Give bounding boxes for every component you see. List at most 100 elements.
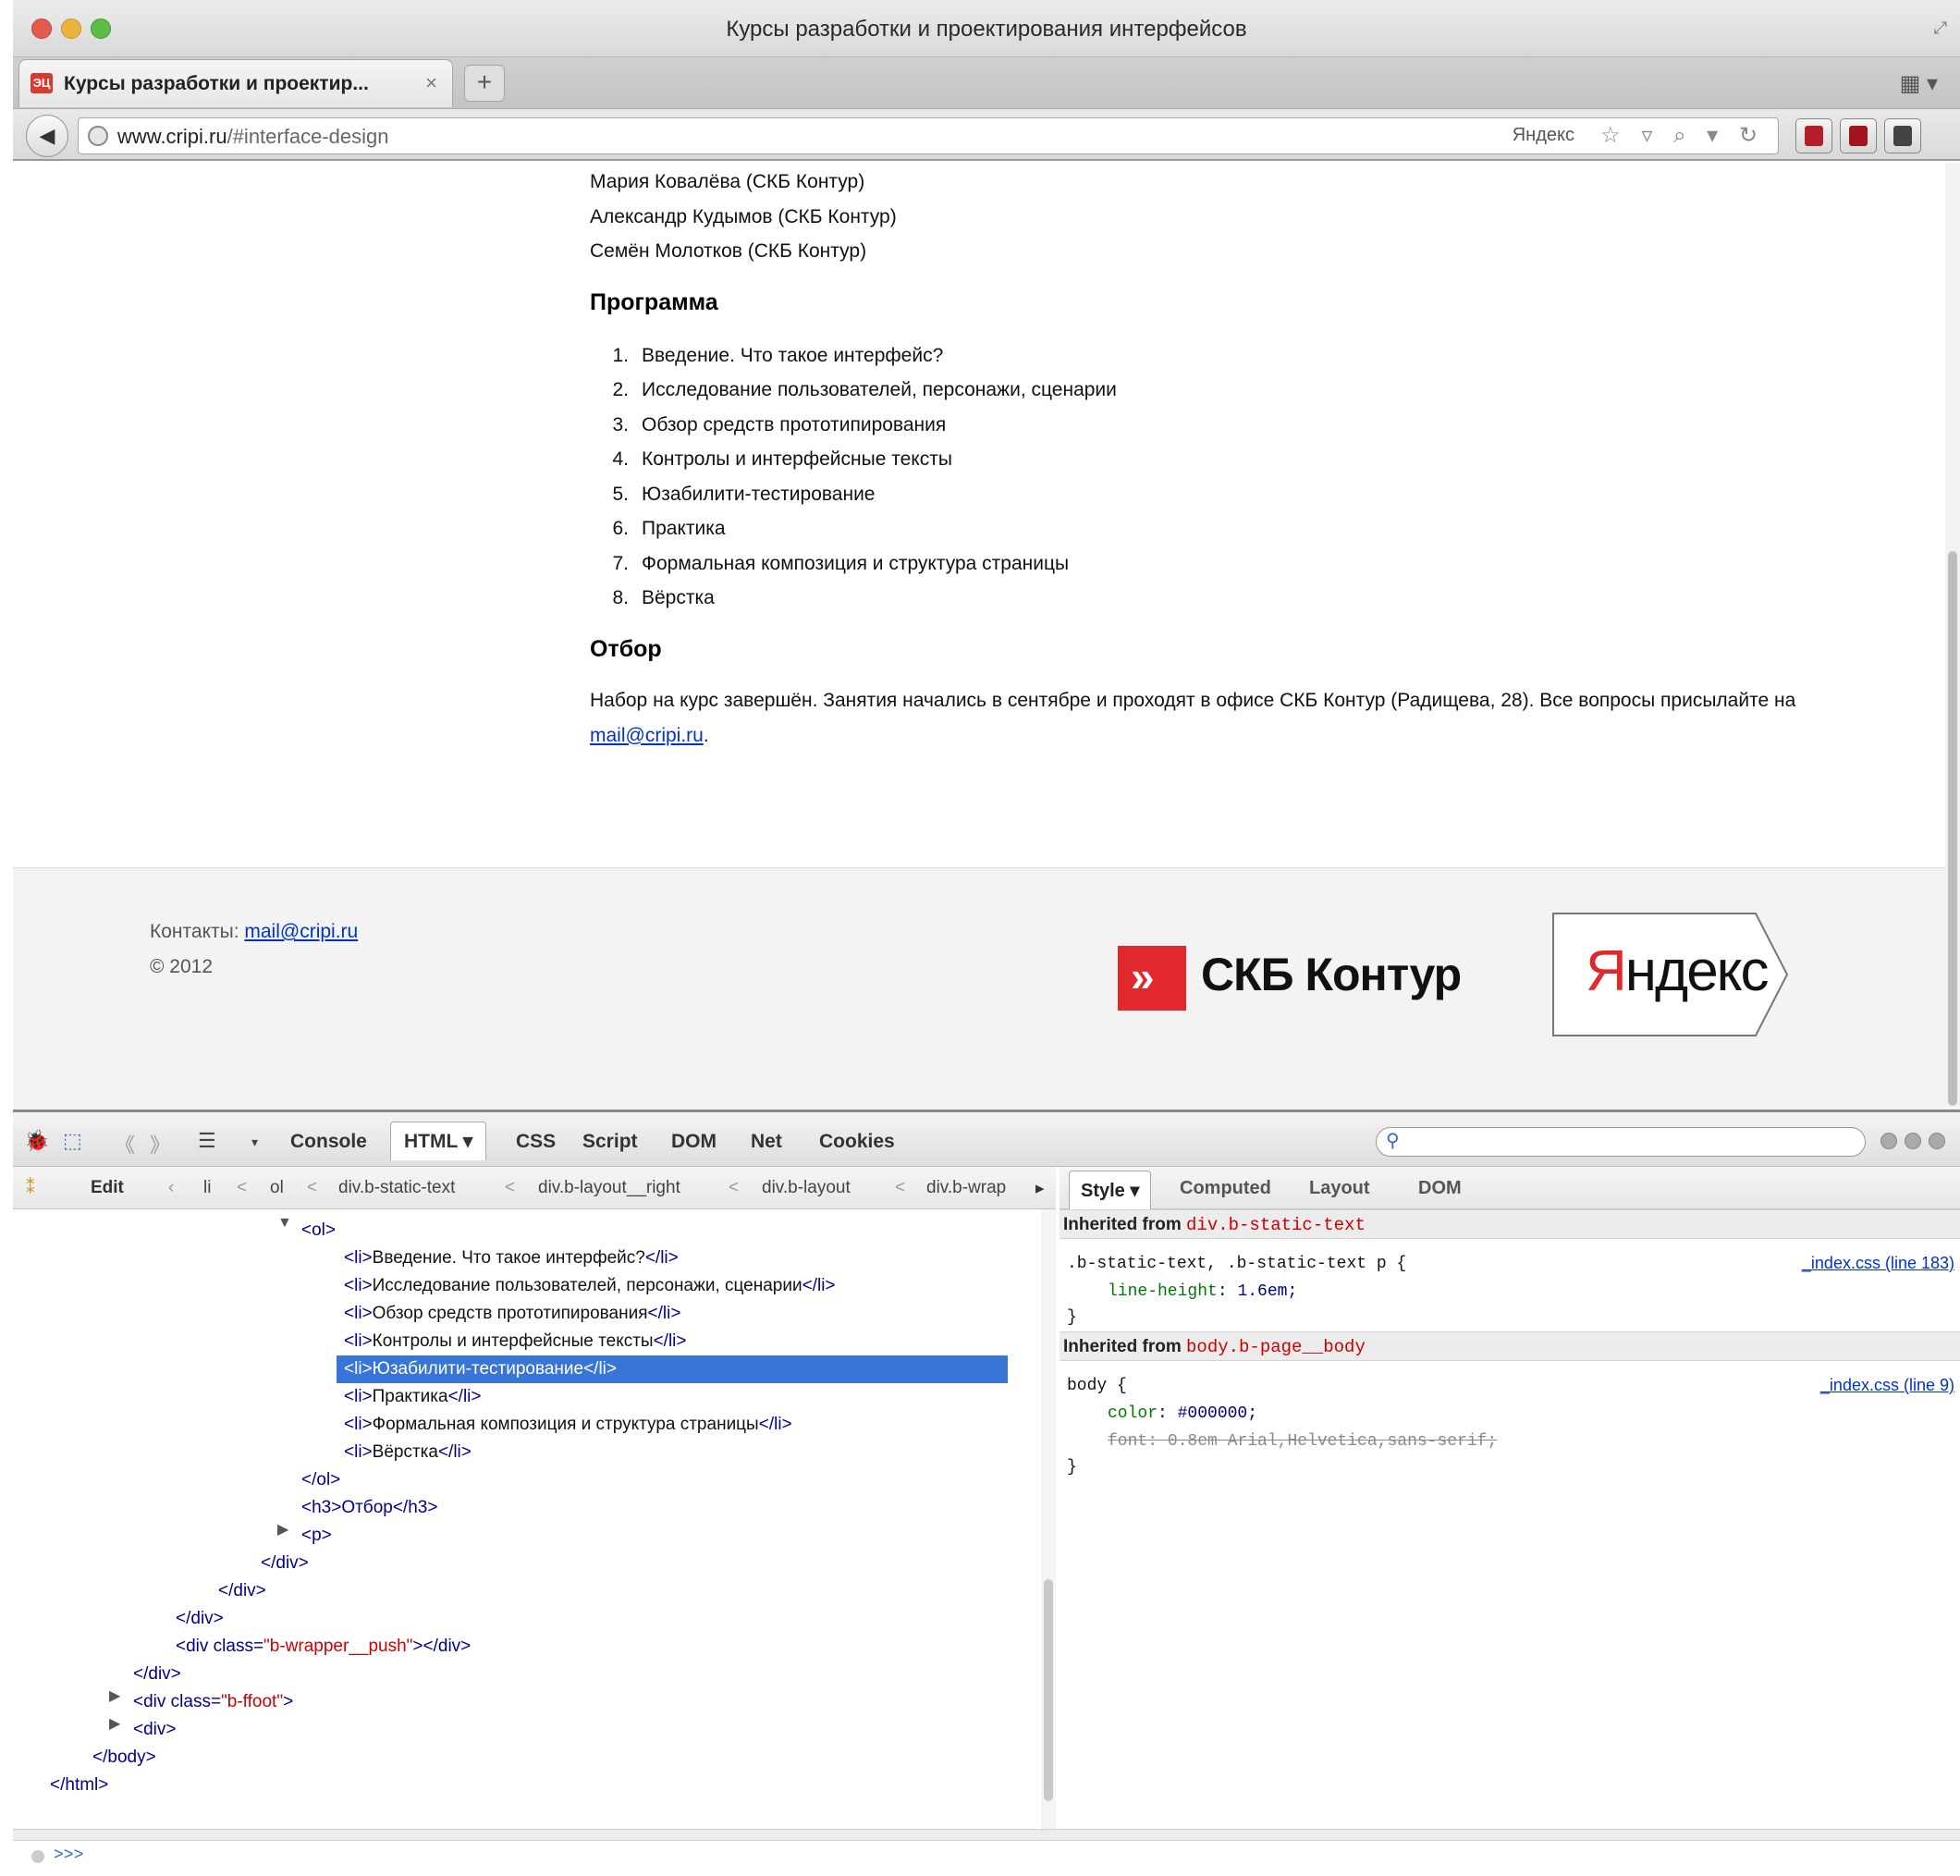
tree-node[interactable]: <div class="b-wrapper__push"></div> [176, 1633, 471, 1661]
command-status-icon [31, 1850, 44, 1863]
tree-node[interactable]: </div> [176, 1605, 224, 1633]
firebug-search-input[interactable]: ⚲ [1376, 1127, 1866, 1157]
breadcrumb-item[interactable]: div.b-wrap [926, 1178, 1006, 1198]
breadcrumb-item[interactable]: div.b-layout__right [538, 1178, 680, 1198]
extension-u-button[interactable] [1840, 118, 1877, 153]
tree-node[interactable]: <li>Контролы и интерфейсные тексты</li> [344, 1328, 687, 1355]
breadcrumb-item[interactable]: div.b-layout [762, 1178, 851, 1198]
breadcrumb-item[interactable]: ol [270, 1178, 284, 1198]
tree-node[interactable]: </div> [133, 1661, 181, 1688]
expand-twisty-icon[interactable]: ▶ [277, 1520, 288, 1539]
url-action-icons[interactable]: ☆ ▿ ⌕ ▾ ↻ [1600, 122, 1765, 149]
edit-button[interactable]: Edit [91, 1178, 124, 1198]
tab-computed[interactable]: Computed [1180, 1178, 1271, 1199]
tree-node-selected[interactable]: <li>Юзабилити-тестирование</li> [337, 1355, 1008, 1383]
css-selector[interactable]: body { [1067, 1372, 1127, 1400]
breadcrumb-item[interactable]: li [203, 1178, 211, 1198]
tree-node[interactable]: </ol> [301, 1466, 340, 1494]
breadcrumb-scroll-icon[interactable]: ▸ [1035, 1178, 1045, 1199]
page-scrollbar[interactable] [1945, 163, 1960, 1110]
new-tab-button[interactable]: + [464, 65, 505, 102]
author-line: Александр Кудымов (СКБ Контур) [590, 205, 897, 227]
program-list: 1. Введение. Что такое интерфейс? 2. Иссле… [590, 338, 1866, 616]
html-panel-scrollbar[interactable] [1041, 1209, 1056, 1829]
inspect-element-icon[interactable]: ⬚ [63, 1129, 82, 1153]
command-prompt: >>> [54, 1846, 84, 1865]
footer-contacts: Контакты: mail@cripi.ru © 2012 [150, 914, 358, 985]
css-property-overridden[interactable]: font: 0.8em Arial,Helvetica,sans-serif; [1108, 1428, 1497, 1455]
close-tab-icon[interactable]: × [425, 71, 437, 95]
firebug-minimize-button[interactable] [1880, 1133, 1897, 1149]
command-line[interactable]: >>> [13, 1829, 1960, 1876]
inherited-selector-link[interactable]: div.b-static-text [1186, 1215, 1366, 1235]
tree-node[interactable]: </html> [50, 1772, 108, 1799]
tree-node[interactable]: </div> [261, 1550, 309, 1577]
tab-layout[interactable]: Layout [1309, 1178, 1370, 1199]
panel-splitter[interactable] [13, 1830, 1960, 1841]
search-engine-label[interactable]: Яндекс [1513, 125, 1574, 146]
footer-email-link[interactable]: mail@cripi.ru [244, 921, 358, 942]
site-identity-icon[interactable] [88, 126, 108, 146]
tab-dom-side[interactable]: DOM [1418, 1178, 1462, 1199]
breadcrumb: ⁑ Edit ‹ li < ol < div.b-static-text < d… [13, 1167, 1056, 1209]
css-selector[interactable]: .b-static-text, .b-static-text p { [1067, 1250, 1406, 1278]
window-titlebar: Курсы разработки и проектирования интерф… [13, 0, 1960, 57]
browser-tab[interactable]: ЭЦ Курсы разработки и проектир... × [18, 59, 453, 107]
css-property[interactable]: color: #000000; [1108, 1400, 1257, 1428]
tab-style[interactable]: Style ▾ [1069, 1171, 1152, 1209]
tree-node[interactable]: <li>Формальная композиция и структура ст… [344, 1411, 792, 1439]
tab-bar: ЭЦ Курсы разработки и проектир... × + ▦ … [13, 57, 1960, 109]
expand-twisty-icon[interactable]: ▶ [109, 1686, 120, 1705]
tab-script[interactable]: Script [582, 1131, 638, 1153]
tab-cookies[interactable]: Cookies [819, 1131, 895, 1153]
tree-node[interactable]: <div> [133, 1716, 176, 1744]
forward-arrow-icon[interactable]: 》 [150, 1129, 170, 1159]
email-link[interactable]: mail@cripi.ru [590, 725, 704, 746]
tree-node[interactable]: <li>Обзор средств прототипирования</li> [344, 1300, 680, 1328]
firebug-panel: 🐞 ⬚ 《 》 ☰ ▾ Console HTML ▾ CSS Script DO… [13, 1110, 1960, 1876]
list-item: 6. Практика [612, 518, 726, 539]
site-favicon-icon: ЭЦ [31, 73, 53, 93]
side-panel-tabs: Style ▾ Computed Layout DOM [1060, 1167, 1960, 1209]
copyright: © 2012 [150, 956, 214, 977]
tree-node[interactable]: <ol> [301, 1217, 336, 1245]
list-icon[interactable]: ☰ [198, 1129, 216, 1153]
tree-node[interactable]: <h3>Отбор</h3> [301, 1494, 437, 1522]
collapse-twisty-icon[interactable]: ▼ [277, 1215, 292, 1232]
tab-html[interactable]: HTML ▾ [390, 1122, 487, 1160]
tab-list-icon[interactable]: ▦ ▾ [1900, 70, 1938, 97]
program-heading: Программа [590, 288, 718, 315]
css-property[interactable]: line-height: 1.6em; [1108, 1278, 1297, 1306]
firebug-detach-button[interactable] [1905, 1133, 1921, 1149]
css-source-link[interactable]: _index.css (line 183) [1802, 1254, 1954, 1273]
tab-console[interactable]: Console [290, 1131, 367, 1153]
layout-icon[interactable]: ⁑ [26, 1178, 35, 1199]
fullscreen-icon[interactable]: ⤢ [1934, 18, 1947, 38]
yandex-logo[interactable]: Яндекс [1552, 913, 1789, 1036]
tree-node[interactable]: <li>Введение. Что такое интерфейс?</li> [344, 1245, 679, 1272]
dropdown-icon[interactable]: ▾ [251, 1134, 258, 1150]
breadcrumb-item[interactable]: div.b-static-text [338, 1178, 455, 1198]
back-arrow-icon[interactable]: 《 [115, 1129, 135, 1159]
tree-node[interactable]: <p> [301, 1522, 332, 1550]
tab-dom[interactable]: DOM [671, 1131, 717, 1153]
tree-node[interactable]: <li>Исследование пользователей, персонаж… [344, 1272, 836, 1300]
download-extension-button[interactable] [1884, 118, 1921, 153]
back-button[interactable]: ◀ [26, 115, 68, 157]
firebug-menu-icon[interactable]: 🐞 [24, 1129, 49, 1153]
tree-node[interactable]: <li>Практика</li> [344, 1383, 482, 1411]
address-bar[interactable]: www.cripi.ru/#interface-design Яндекс ☆ … [78, 117, 1779, 154]
tree-node[interactable]: </div> [218, 1577, 266, 1605]
tab-title: Курсы разработки и проектир... [64, 73, 369, 94]
firebug-close-button[interactable] [1929, 1133, 1945, 1149]
bookmark-extension-button[interactable] [1795, 118, 1832, 153]
tree-node[interactable]: <li>Вёрстка</li> [344, 1439, 472, 1466]
tree-node[interactable]: </body> [92, 1744, 156, 1772]
inherited-selector-link[interactable]: body.b-page__body [1186, 1337, 1366, 1357]
tree-node[interactable]: <div class="b-ffoot"> [133, 1688, 293, 1716]
html-tree: ▼ <ol> <li>Введение. Что такое интерфейс… [13, 1209, 1041, 1829]
expand-twisty-icon[interactable]: ▶ [109, 1714, 120, 1733]
tab-net[interactable]: Net [751, 1131, 782, 1153]
tab-css[interactable]: CSS [516, 1131, 556, 1153]
css-source-link[interactable]: _index.css (line 9) [1820, 1376, 1954, 1395]
